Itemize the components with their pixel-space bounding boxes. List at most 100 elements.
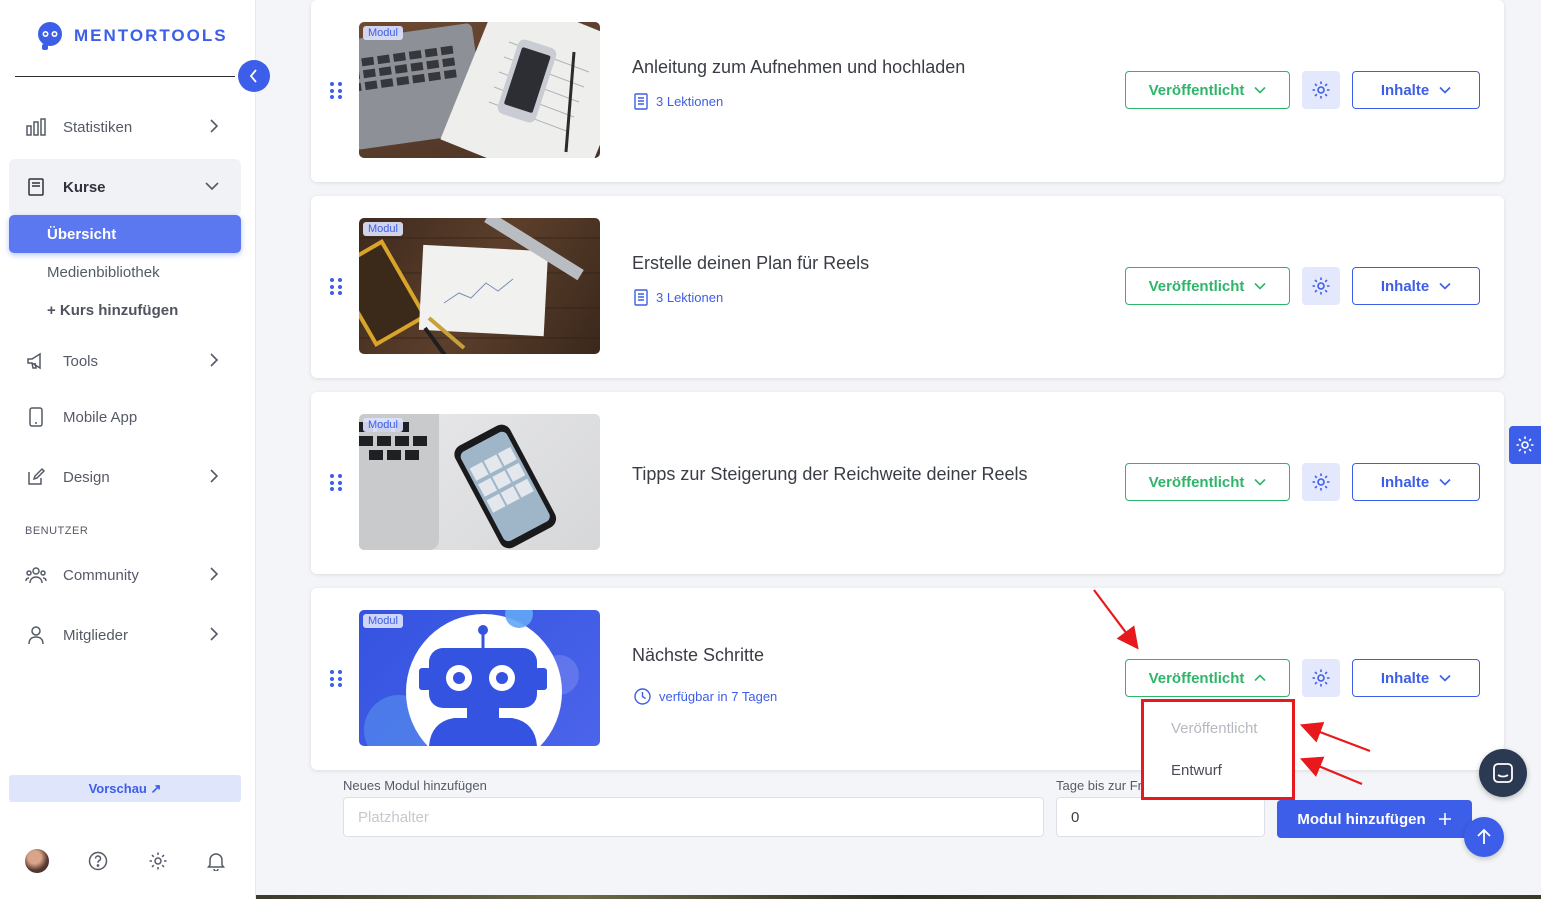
status-label: Veröffentlicht [1148, 277, 1245, 295]
status-option-published[interactable]: Veröffentlicht [1171, 720, 1257, 737]
module-settings-button[interactable] [1302, 267, 1340, 305]
chevron-up-icon [1254, 674, 1266, 682]
sidebar-subitem-add-course[interactable]: + Kurs hinzufügen [9, 291, 241, 329]
chat-icon [1493, 763, 1513, 783]
megaphone-icon [25, 350, 47, 372]
chevron-down-icon [1439, 86, 1451, 94]
chevron-left-icon [249, 69, 257, 83]
sidebar-subitem-medienbibliothek[interactable]: Medienbibliothek [9, 253, 241, 291]
module-lesson-count: 3 Lektionen [656, 94, 724, 109]
sidebar-item-mobile-app[interactable]: Mobile App [9, 391, 241, 443]
status-option-draft[interactable]: Entwurf [1171, 762, 1222, 779]
status-dropdown-button[interactable]: Veröffentlicht [1125, 267, 1290, 305]
sidebar-item-community[interactable]: Community [9, 549, 241, 601]
module-title[interactable]: Anleitung zum Aufnehmen und hochladen [632, 57, 965, 78]
chevron-right-icon [210, 469, 219, 483]
module-title[interactable]: Tipps zur Steigerung der Reichweite dein… [632, 464, 1028, 485]
arrow-up-icon [1477, 829, 1491, 844]
content-dropdown-button[interactable]: Inhalte [1352, 659, 1480, 697]
status-label: Veröffentlicht [1148, 81, 1245, 99]
module-badge: Modul [363, 222, 403, 236]
chevron-down-icon [1254, 282, 1266, 290]
sidebar: MENTORTOOLS Statistiken Kurse Übersicht … [0, 0, 256, 899]
module-badge: Modul [363, 418, 403, 432]
new-module-label: Neues Modul hinzufügen [343, 778, 487, 793]
chevron-right-icon [210, 567, 219, 581]
bell-icon[interactable] [206, 851, 225, 871]
gear-icon [1312, 669, 1330, 687]
module-title[interactable]: Nächste Schritte [632, 645, 764, 666]
chevron-down-icon [1439, 282, 1451, 290]
sidebar-item-mitglieder[interactable]: Mitglieder [9, 609, 241, 661]
days-until-release-label: Tage bis zur Fr [1056, 778, 1142, 793]
chevron-down-icon [1439, 674, 1451, 682]
content-dropdown-button[interactable]: Inhalte [1352, 267, 1480, 305]
sidebar-divider [15, 76, 235, 77]
module-settings-button[interactable] [1302, 71, 1340, 109]
drag-handle-icon[interactable] [330, 670, 342, 688]
sidebar-item-label: Mitglieder [63, 626, 129, 644]
avatar[interactable] [25, 849, 49, 873]
module-lesson-count: 3 Lektionen [656, 290, 724, 305]
module-thumbnail[interactable]: Modul [359, 22, 600, 158]
content-label: Inhalte [1380, 277, 1430, 295]
module-card: Modul Anleitung zum Aufnehmen und hochla… [311, 0, 1504, 182]
drag-handle-icon[interactable] [330, 278, 342, 296]
floating-settings-button[interactable] [1509, 426, 1541, 464]
section-label-users: BENUTZER [25, 525, 89, 537]
chevron-down-icon [205, 182, 219, 191]
chevron-right-icon [210, 353, 219, 367]
module-thumbnail[interactable]: Modul [359, 610, 600, 746]
content-label: Inhalte [1380, 81, 1430, 99]
sidebar-item-kurse[interactable]: Kurse [9, 159, 241, 215]
sidebar-item-label: Design [63, 468, 110, 486]
module-thumbnail[interactable]: Modul [359, 414, 600, 550]
preview-button[interactable]: Vorschau ↗ [9, 775, 241, 802]
drag-handle-icon[interactable] [330, 82, 342, 100]
chat-button[interactable] [1479, 749, 1527, 797]
module-card: Modul Nächste Schritte verfügbar in 7 Ta… [311, 588, 1504, 770]
new-module-name-input[interactable] [343, 797, 1044, 837]
content-label: Inhalte [1380, 669, 1430, 687]
module-card: Modul Erstelle deinen Plan für Reels 3 L… [311, 196, 1504, 378]
content-label: Inhalte [1380, 473, 1430, 491]
status-dropdown-button[interactable]: Veröffentlicht [1125, 463, 1290, 501]
sidebar-item-design[interactable]: Design [9, 451, 241, 503]
module-settings-button[interactable] [1302, 463, 1340, 501]
bottom-background-strip [256, 895, 1541, 899]
content-dropdown-button[interactable]: Inhalte [1352, 463, 1480, 501]
module-title[interactable]: Erstelle deinen Plan für Reels [632, 253, 869, 274]
sidebar-item-statistiken[interactable]: Statistiken [9, 101, 241, 153]
bar-chart-icon [25, 116, 47, 138]
module-availability: verfügbar in 7 Tagen [659, 689, 778, 704]
drag-handle-icon[interactable] [330, 474, 342, 492]
user-icon [25, 624, 47, 646]
sidebar-item-label: Kurse [63, 178, 106, 196]
sidebar-footer [25, 849, 225, 873]
days-until-release-input[interactable] [1056, 797, 1265, 837]
module-card: Modul Tipps zur Steigerung der Reichweit… [311, 392, 1504, 574]
clock-icon [634, 688, 651, 705]
brand-name: MENTORTOOLS [74, 26, 228, 45]
status-dropdown-button[interactable]: Veröffentlicht [1125, 659, 1290, 697]
status-label: Veröffentlicht [1148, 669, 1245, 687]
add-module-button[interactable]: Modul hinzufügen [1277, 800, 1472, 838]
gear-icon [1516, 436, 1534, 454]
module-thumbnail[interactable]: Modul [359, 218, 600, 354]
scroll-to-top-button[interactable] [1464, 817, 1504, 857]
content-dropdown-button[interactable]: Inhalte [1352, 71, 1480, 109]
sidebar-subitem-uebersicht[interactable]: Übersicht [9, 215, 241, 253]
brand-logo[interactable]: MENTORTOOLS [34, 20, 228, 52]
edit-icon [25, 466, 47, 488]
status-dropdown-button[interactable]: Veröffentlicht [1125, 71, 1290, 109]
help-icon[interactable] [88, 851, 108, 871]
chevron-down-icon [1439, 478, 1451, 486]
module-settings-button[interactable] [1302, 659, 1340, 697]
module-meta: verfügbar in 7 Tagen [634, 688, 777, 705]
sidebar-collapse-button[interactable] [238, 60, 270, 92]
sidebar-item-tools[interactable]: Tools [9, 335, 241, 387]
gear-icon[interactable] [148, 851, 168, 871]
sidebar-item-label: Mobile App [63, 408, 138, 426]
sidebar-item-label: Community [63, 566, 139, 584]
status-dropdown-menu: Veröffentlicht Entwurf [1141, 699, 1295, 800]
